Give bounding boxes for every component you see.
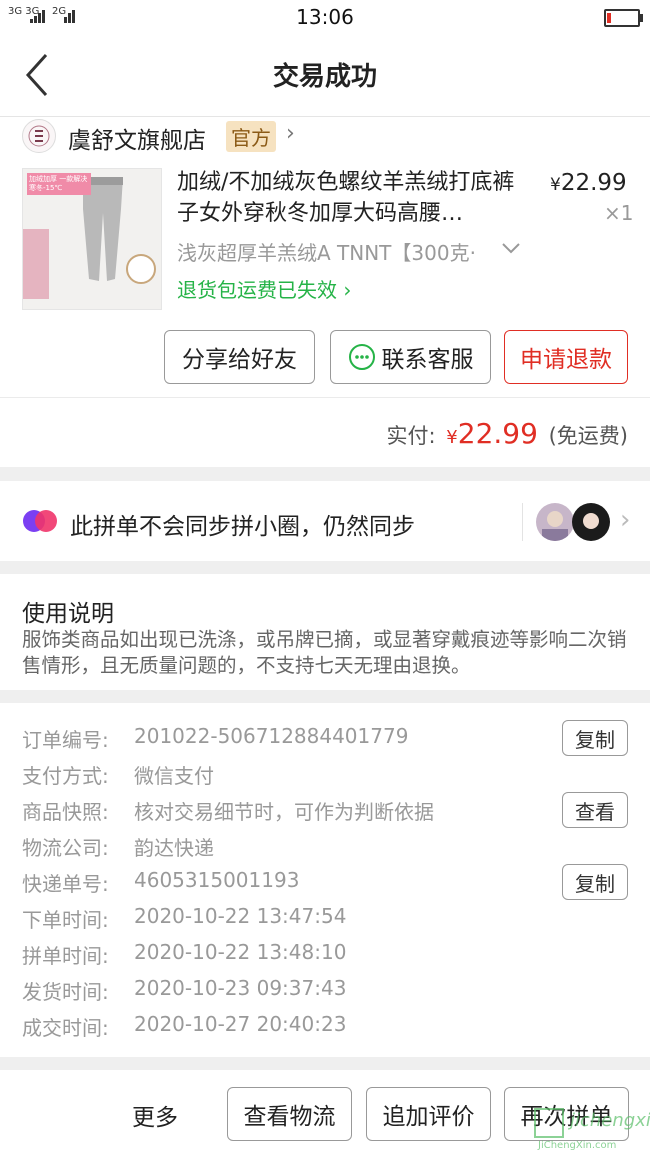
refund-button[interactable]: 申请退款 <box>504 330 628 384</box>
group-sync-row[interactable]: 此拼单不会同步拼小圈，仍然同步 › <box>0 481 650 561</box>
shop-name[interactable]: 虞舒文旗舰店 <box>68 121 206 155</box>
usage-section: 使用说明 服饰类商品如出现已洗涤，或吊牌已摘，或显著穿戴痕迹等影响二次销售情形，… <box>0 574 650 690</box>
view-logistics-button[interactable]: 查看物流 <box>227 1087 352 1141</box>
page-title: 交易成功 <box>272 62 377 92</box>
product-sku[interactable]: 浅灰超厚羊羔绒A TNNT【300克· <box>177 237 497 266</box>
battery-tip <box>640 14 643 22</box>
divider <box>0 397 650 398</box>
free-shipping-note: (免运费) <box>548 424 628 448</box>
usage-title: 使用说明 <box>22 601 114 627</box>
order-info-value: 2020-10-23 09:37:43 <box>134 976 347 1000</box>
battery-icon <box>604 9 640 27</box>
contact-service-label: 联系客服 <box>381 347 474 373</box>
official-badge: 官方 <box>226 121 276 152</box>
order-info-value: 2020-10-22 13:48:10 <box>134 940 347 964</box>
payment-summary: 实付: ¥22.99 (免运费) <box>387 417 628 450</box>
more-button[interactable]: 更多 <box>132 1098 178 1132</box>
add-review-button[interactable]: 追加评价 <box>366 1087 491 1141</box>
status-time: 13:06 <box>296 5 354 29</box>
avatar <box>572 503 610 541</box>
chevron-right-icon: › <box>337 278 352 302</box>
status-bar: 3G 3G 2G 13:06 <box>0 0 650 36</box>
order-info-section: 订单编号: 201022-506712884401779 复制 支付方式: 微信支付 商品… <box>0 703 650 1057</box>
watermark-text: jichengxin <box>570 1110 650 1131</box>
avatar <box>536 503 574 541</box>
product-price: ¥22.99 <box>550 170 627 196</box>
product-title[interactable]: 加绒/不加绒灰色螺纹羊羔绒打底裤子女外穿秋冬加厚大码高腰… <box>177 167 529 231</box>
return-note-text: 退货包运费已失效 <box>177 278 337 302</box>
product-quantity: ×1 <box>604 201 634 225</box>
product-thumbnail[interactable]: 加绒加厚 一款解决寒冬-15℃ <box>22 168 162 310</box>
order-info-value: 2020-10-27 20:40:23 <box>134 1012 347 1036</box>
order-info-value: 4605315001193 <box>134 868 300 892</box>
return-shipping-note[interactable]: 退货包运费已失效 › <box>177 274 351 303</box>
navigation-bar: 交易成功 <box>0 36 650 117</box>
order-info-label: 成交时间: <box>22 1016 109 1040</box>
order-info-value: 201022-506712884401779 <box>134 724 409 748</box>
bottom-action-bar: 更多 查看物流 追加评价 再次拼单 jichengxin JiChengXin.… <box>0 1070 650 1155</box>
chat-bubble-icon <box>348 344 375 370</box>
order-card: 虞舒文旗舰店 官方 › 加绒加厚 一款解决寒冬-15℃ 加绒/不加绒灰色螺纹羊羔… <box>0 117 650 467</box>
divider <box>522 503 523 541</box>
order-info-label: 商品快照: <box>22 800 109 824</box>
watermark-url: JiChengXin.com <box>538 1140 617 1151</box>
order-info-value: 2020-10-22 13:47:54 <box>134 904 347 928</box>
chevron-right-icon[interactable]: › <box>286 121 295 146</box>
usage-body: 服饰类商品如出现已洗涤，或吊牌已摘，或显著穿戴痕迹等影响二次销售情形，且无质量问… <box>22 628 627 677</box>
order-info-label: 拼单时间: <box>22 944 109 968</box>
order-info-value: 韵达快递 <box>134 836 214 860</box>
order-info-label: 物流公司: <box>22 836 109 860</box>
order-info-value: 微信支付 <box>134 764 214 788</box>
order-info-label: 发货时间: <box>22 980 109 1004</box>
order-info-label: 快递单号: <box>22 872 109 896</box>
copy-button[interactable]: 复制 <box>562 864 628 900</box>
chevron-right-icon[interactable]: › <box>620 505 630 535</box>
paid-amount: 22.99 <box>457 417 538 450</box>
price-value: 22.99 <box>560 170 627 196</box>
group-sync-text: 此拼单不会同步拼小圈，仍然同步 <box>70 514 415 540</box>
copy-button[interactable]: 复制 <box>562 720 628 756</box>
paid-symbol: ¥ <box>446 427 458 448</box>
watermark: jichengxin JiChengXin.com <box>530 1106 650 1154</box>
pinxiaoquan-icon <box>22 507 58 539</box>
watermark-logo-icon <box>534 1108 564 1138</box>
order-info-label: 订单编号: <box>22 728 109 752</box>
thumbnail-promo-text: 加绒加厚 一款解决寒冬-15℃ <box>29 175 88 192</box>
order-info-label: 支付方式: <box>22 764 109 788</box>
share-button[interactable]: 分享给好友 <box>164 330 315 384</box>
price-symbol: ¥ <box>550 175 561 195</box>
shop-logo <box>22 119 56 153</box>
order-info-value: 核对交易细节时，可作为判断依据 <box>134 800 434 824</box>
chevron-down-icon[interactable] <box>500 237 522 263</box>
view-snapshot-button[interactable]: 查看 <box>562 792 628 828</box>
paid-label: 实付: <box>386 424 436 448</box>
order-info-label: 下单时间: <box>22 908 109 932</box>
contact-service-button[interactable]: 联系客服 <box>330 330 491 384</box>
